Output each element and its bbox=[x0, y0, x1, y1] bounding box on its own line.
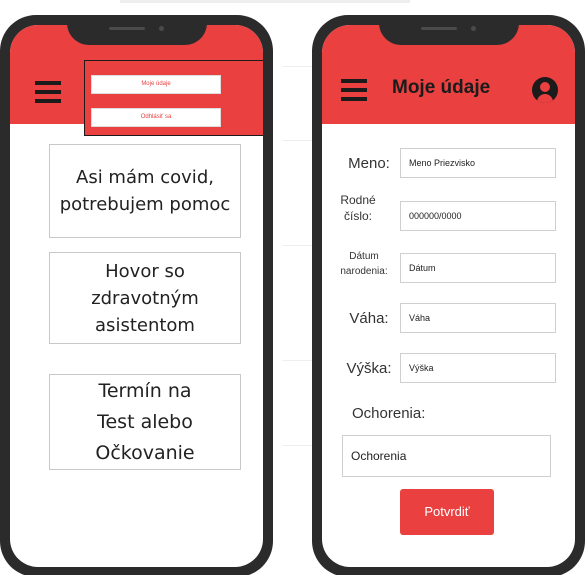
phone-profile-screen: Moje údaje Meno: Meno Priezvisko Rodné č… bbox=[312, 15, 585, 575]
birth-number-field[interactable]: 000000/0000 bbox=[400, 201, 556, 231]
speaker-slot bbox=[108, 27, 145, 30]
phone-notch bbox=[378, 15, 519, 45]
profile-screen: Moje údaje Meno: Meno Priezvisko Rodné č… bbox=[322, 25, 575, 567]
birth-number-label: Rodné číslo: bbox=[340, 193, 376, 223]
user-avatar-icon[interactable] bbox=[532, 77, 558, 103]
my-data-menu-item[interactable]: Moje údaje bbox=[91, 75, 221, 94]
background-divider bbox=[283, 66, 313, 67]
covid-help-card[interactable]: Asi mám covid, potrebujem pomoc bbox=[49, 144, 241, 238]
page-title: Moje údaje bbox=[392, 77, 491, 98]
account-dropdown-menu: Moje údaje Odhlásiť sa bbox=[84, 60, 263, 136]
background-divider bbox=[283, 360, 313, 361]
confirm-button[interactable]: Potvrdiť bbox=[400, 489, 494, 535]
test-vaccination-appointment-card[interactable]: Termín na Test alebo Očkovanie bbox=[49, 374, 241, 470]
home-screen: Moje údaje Odhlásiť sa Asi mám covid, po… bbox=[10, 25, 263, 567]
birth-date-field[interactable]: Dátum bbox=[400, 253, 556, 283]
background-divider bbox=[283, 245, 313, 246]
background-bar bbox=[120, 0, 410, 3]
front-camera bbox=[470, 26, 476, 31]
hamburger-menu-icon[interactable] bbox=[341, 79, 367, 101]
height-label: Výška: bbox=[346, 360, 392, 377]
birth-date-label: Dátum narodenia: bbox=[340, 251, 388, 277]
front-camera bbox=[158, 26, 164, 31]
name-field[interactable]: Meno Priezvisko bbox=[400, 148, 556, 178]
phone-notch bbox=[66, 15, 207, 45]
illnesses-label: Ochorenia: bbox=[352, 405, 426, 422]
speaker-slot bbox=[420, 27, 457, 30]
background-divider bbox=[283, 445, 313, 446]
logout-menu-item[interactable]: Odhlásiť sa bbox=[91, 108, 221, 127]
name-label: Meno: bbox=[348, 155, 390, 172]
height-field[interactable]: Výška bbox=[400, 353, 556, 383]
background-divider bbox=[283, 140, 313, 141]
hamburger-menu-icon[interactable] bbox=[35, 81, 61, 103]
weight-field[interactable]: Váha bbox=[400, 303, 556, 333]
illnesses-field[interactable]: Ochorenia bbox=[342, 435, 551, 477]
health-assistant-call-card[interactable]: Hovor so zdravotným asistentom bbox=[49, 252, 241, 344]
weight-label: Váha: bbox=[349, 310, 389, 327]
phone-home-screen: Moje údaje Odhlásiť sa Asi mám covid, po… bbox=[0, 15, 273, 575]
